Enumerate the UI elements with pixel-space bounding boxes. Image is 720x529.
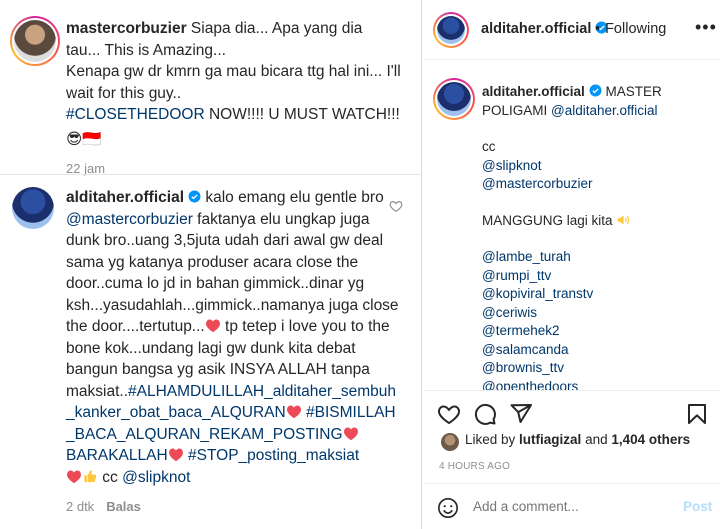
comment-text: Kenapa gw dr kmrn ga mau bicara ttg hal … — [66, 63, 401, 102]
caption-username[interactable]: alditaher.official — [482, 84, 585, 99]
comment-text: faktanya elu ungkap juga dunk bro..uang … — [66, 210, 399, 336]
more-options-icon[interactable]: ••• — [695, 17, 717, 38]
add-comment-bar: Post — [423, 483, 720, 529]
liker-username[interactable]: lutfiagizal — [519, 432, 581, 447]
post-caption: alditaher.official MASTER POLIGAMI @aldi… — [423, 60, 720, 390]
mention-link[interactable]: @termehek2 — [482, 322, 712, 341]
emoji-group: 😎🇮🇩 — [66, 130, 102, 148]
mention-link[interactable]: @ceriwis — [482, 304, 712, 323]
comment-bubble-icon[interactable] — [473, 402, 497, 426]
comment-username[interactable]: mastercorbuzier — [66, 20, 187, 37]
avatar[interactable] — [10, 185, 56, 231]
comment-text: kalo emang elu gentle bro — [201, 189, 384, 206]
thumbs-up-emoji-icon — [84, 469, 97, 482]
comments-panel: mastercorbuzier Siapa dia... Apa yang di… — [0, 0, 422, 529]
comment-text: NOW!!!! U MUST WATCH!!! — [204, 106, 400, 123]
hashtag-link[interactable]: #CLOSETHEDOOR — [66, 106, 205, 123]
emoji-picker-icon[interactable] — [437, 497, 459, 519]
hashtag-link[interactable]: BARAKALLAH — [66, 447, 168, 464]
heart-emoji-icon — [286, 405, 301, 419]
heart-emoji-icon — [343, 427, 358, 440]
like-heart-icon[interactable] — [437, 402, 461, 426]
post-comment-button[interactable]: Post — [683, 499, 712, 514]
mention-link[interactable]: @alditaher.official — [551, 103, 658, 118]
post-panel: alditaher.official • Following ••• aldita… — [423, 0, 720, 529]
post-header: alditaher.official • Following ••• — [423, 0, 720, 60]
share-send-icon[interactable] — [509, 402, 533, 426]
liker-avatar[interactable] — [441, 433, 459, 451]
comment-meta: 22 jam — [66, 158, 401, 180]
mention-link[interactable]: @rumpi_ttv — [482, 267, 712, 286]
heart-emoji-icon — [205, 319, 220, 333]
comment-meta: 2 dtk Balas — [66, 496, 402, 518]
comment-body: alditaher.official kalo emang elu gentle… — [66, 187, 402, 518]
mention-link[interactable]: @slipknot — [482, 157, 712, 176]
divider — [0, 174, 422, 175]
comment-time[interactable]: 2 dtk — [66, 499, 94, 514]
mention-link[interactable]: @mastercorbuzier — [482, 175, 712, 194]
likes-summary: Liked by lutfiagizal and 1,404 others — [465, 432, 691, 447]
caption-text: cc — [482, 139, 496, 154]
comment-mastercorbuzier: mastercorbuzier Siapa dia... Apa yang di… — [10, 8, 420, 176]
mention-link[interactable]: @openthedoors — [482, 378, 712, 391]
comment-body: mastercorbuzier Siapa dia... Apa yang di… — [66, 18, 401, 180]
verified-badge-icon — [589, 84, 602, 97]
post-timestamp[interactable]: 4 HOURS AGO — [439, 461, 510, 472]
avatar[interactable] — [433, 78, 475, 120]
heart-emoji-icon — [67, 470, 81, 483]
comment-alditaher: alditaher.official kalo emang elu gentle… — [10, 185, 420, 525]
mention-link[interactable]: @brownis_ttv — [482, 359, 712, 378]
mention-link[interactable]: @salamcanda — [482, 341, 712, 360]
caption-text: MANGGUNG lagi kita — [482, 212, 712, 231]
following-button[interactable]: • Following — [595, 21, 666, 37]
verified-badge-icon — [188, 190, 201, 203]
avatar[interactable] — [10, 16, 60, 66]
mention-link[interactable]: @lambe_turah — [482, 248, 712, 267]
reply-button[interactable]: Balas — [106, 499, 141, 514]
mention-link[interactable]: @kopiviral_transtv — [482, 285, 712, 304]
caption-body: alditaher.official MASTER POLIGAMI @aldi… — [482, 83, 712, 390]
speaker-emoji-icon — [618, 214, 630, 225]
post-username[interactable]: alditaher.official — [481, 21, 608, 37]
bookmark-save-icon[interactable] — [685, 402, 709, 426]
mention-link[interactable]: @slipknot — [122, 469, 190, 486]
heart-emoji-icon — [168, 448, 183, 462]
hashtag-link[interactable]: #STOP_posting_maksiat — [188, 447, 359, 464]
comment-text: cc — [98, 468, 123, 486]
avatar[interactable] — [433, 12, 469, 48]
comment-username[interactable]: alditaher.official — [66, 189, 184, 206]
add-comment-input[interactable] — [473, 499, 653, 514]
likes-count[interactable]: 1,404 others — [611, 432, 690, 447]
mention-link[interactable]: @mastercorbuzier — [66, 211, 193, 228]
